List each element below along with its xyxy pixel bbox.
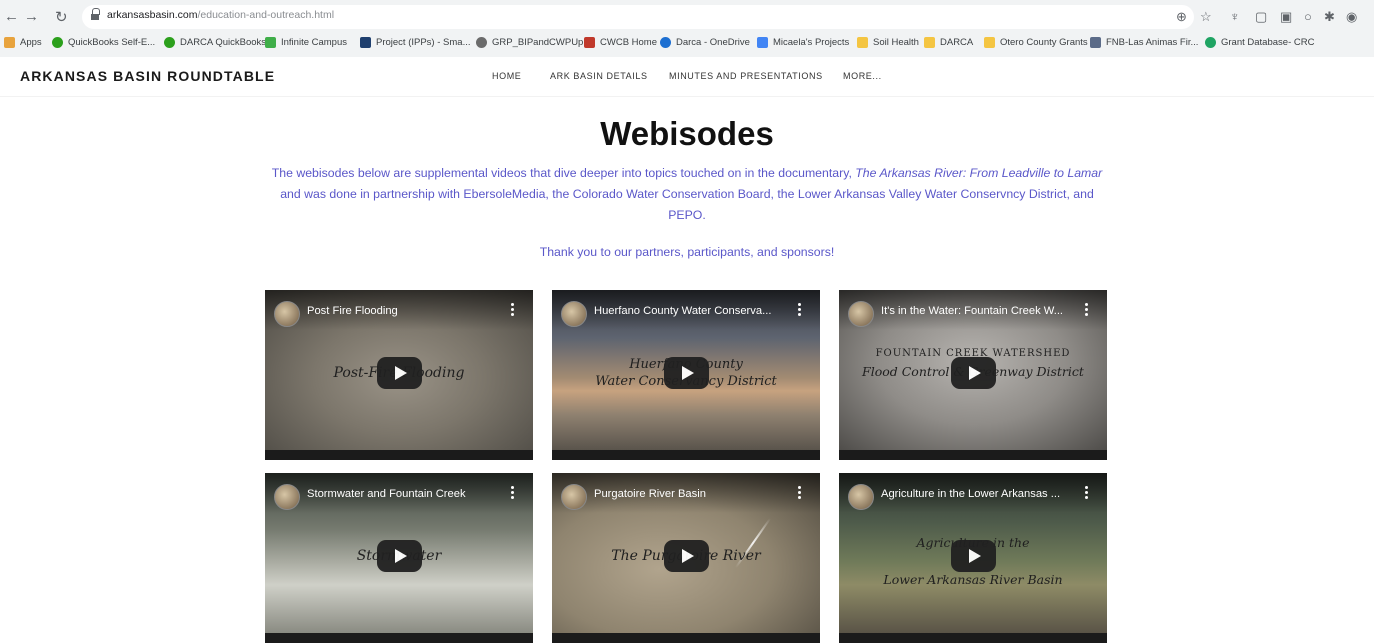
quickbooks-icon	[52, 37, 63, 48]
video-card[interactable]: Huerfano County Water Conservancy Distri…	[552, 290, 820, 460]
video-card[interactable]: Agriculture in the Lower Arkansas River …	[839, 473, 1107, 643]
url-text[interactable]: arkansasbasin.com/education-and-outreach…	[107, 9, 334, 21]
play-icon[interactable]	[951, 357, 996, 389]
site-title[interactable]: ARKANSAS BASIN ROUNDTABLE	[20, 68, 275, 84]
page-heading: Webisodes	[600, 115, 774, 152]
more-options-icon[interactable]	[798, 303, 802, 317]
back-icon[interactable]: ←	[4, 8, 19, 25]
play-icon[interactable]	[664, 357, 709, 389]
intro-text: The webisodes below are supplemental vid…	[271, 166, 856, 180]
profile-avatar-icon[interactable]: ◉	[1346, 9, 1357, 25]
onedrive-icon	[660, 37, 671, 48]
video-title[interactable]: It's in the Water: Fountain Creek W...	[881, 305, 1071, 317]
globe-icon	[476, 37, 487, 48]
channel-avatar[interactable]	[561, 301, 587, 327]
more-options-icon[interactable]	[1085, 303, 1089, 317]
zoom-icon[interactable]: ⊕	[1176, 9, 1187, 25]
folder-icon	[924, 37, 935, 48]
apps-grid-icon	[4, 37, 15, 48]
channel-avatar[interactable]	[561, 484, 587, 510]
play-icon[interactable]	[951, 540, 996, 572]
bookmark[interactable]: Otero County Grants	[984, 37, 1088, 48]
bookmark[interactable]: DARCA QuickBooks	[164, 37, 266, 48]
channel-avatar[interactable]	[848, 301, 874, 327]
extension-icon[interactable]: ▣	[1280, 9, 1292, 25]
thanks-text: Thank you to our partners, participants,…	[539, 245, 835, 259]
bookmark[interactable]: Micaela's Projects	[757, 37, 849, 48]
bookmark[interactable]: DARCA	[924, 37, 973, 48]
forward-icon[interactable]: →	[24, 8, 39, 25]
folder-icon	[857, 37, 868, 48]
site-header: ARKANSAS BASIN ROUNDTABLE HOME ARK BASIN…	[0, 57, 1374, 97]
more-options-icon[interactable]	[1085, 486, 1089, 500]
video-title[interactable]: Agriculture in the Lower Arkansas ...	[881, 488, 1071, 500]
nav-more[interactable]: MORE...	[843, 71, 882, 81]
bookmark[interactable]: FNB-Las Animas Fir...	[1090, 37, 1198, 48]
bookmark[interactable]: QuickBooks Self-E...	[52, 37, 155, 48]
nav-home[interactable]: HOME	[492, 71, 521, 81]
video-title[interactable]: Stormwater and Fountain Creek	[307, 488, 497, 500]
extension-icon[interactable]: ▢	[1255, 9, 1267, 25]
documentary-title: The Arkansas River: From Leadville to La…	[855, 166, 1103, 180]
bookmark[interactable]: CWCB Home	[584, 37, 657, 48]
extension-icon[interactable]: ○	[1304, 9, 1312, 24]
star-icon[interactable]: ☆	[1200, 9, 1212, 25]
bookmark-apps[interactable]: Apps	[4, 37, 42, 48]
play-icon[interactable]	[377, 540, 422, 572]
bookmark[interactable]: Project (IPPs) - Sma...	[360, 37, 471, 48]
address-bar-row: ← → ↻ arkansasbasin.com/education-and-ou…	[0, 0, 1374, 33]
bookmark[interactable]: GRP_BIPandCWPUp...	[476, 37, 591, 48]
channel-avatar[interactable]	[274, 301, 300, 327]
video-title[interactable]: Huerfano County Water Conserva...	[594, 305, 784, 317]
video-title[interactable]: Post Fire Flooding	[307, 305, 497, 317]
video-card[interactable]: The Purgatoire River Purgatoire River Ba…	[552, 473, 820, 643]
play-icon[interactable]	[664, 540, 709, 572]
browser-chrome: ← → ↻ arkansasbasin.com/education-and-ou…	[0, 0, 1374, 57]
bookmark[interactable]: Infinite Campus	[265, 37, 347, 48]
channel-avatar[interactable]	[274, 484, 300, 510]
video-card[interactable]: Post-Fire Flooding Post Fire Flooding	[265, 290, 533, 460]
play-icon[interactable]	[377, 357, 422, 389]
intro-text: and was done in partnership with Ebersol…	[280, 187, 1094, 222]
campus-icon	[265, 37, 276, 48]
bookmark[interactable]: Darca - OneDrive	[660, 37, 750, 48]
lock-icon	[91, 8, 100, 21]
video-card[interactable]: FOUNTAIN CREEK WATERSHED Flood Control &…	[839, 290, 1107, 460]
intro-paragraph: The webisodes below are supplemental vid…	[262, 163, 1112, 226]
extension-icon[interactable]: ♆	[1230, 9, 1240, 24]
reload-icon[interactable]: ↻	[55, 8, 68, 26]
video-card[interactable]: Stormwater Stormwater and Fountain Creek	[265, 473, 533, 643]
cwcb-icon	[584, 37, 595, 48]
puzzle-icon[interactable]: ✱	[1324, 9, 1335, 25]
bank-icon	[1090, 37, 1101, 48]
more-options-icon[interactable]	[511, 486, 515, 500]
more-options-icon[interactable]	[798, 486, 802, 500]
grant-icon	[1205, 37, 1216, 48]
bookmark[interactable]: Soil Health	[857, 37, 919, 48]
video-title[interactable]: Purgatoire River Basin	[594, 488, 784, 500]
folder-icon	[984, 37, 995, 48]
quickbooks-icon	[164, 37, 175, 48]
channel-avatar[interactable]	[848, 484, 874, 510]
thumbnail-caption: Lower Arkansas River Basin	[883, 572, 1063, 587]
project-icon	[360, 37, 371, 48]
more-options-icon[interactable]	[511, 303, 515, 317]
nav-ark-basin-details[interactable]: ARK BASIN DETAILS	[550, 71, 648, 81]
nav-minutes-and-presentations[interactable]: MINUTES AND PRESENTATIONS	[669, 71, 823, 81]
document-icon	[757, 37, 768, 48]
bookmark[interactable]: Grant Database- CRC	[1205, 37, 1314, 48]
bookmarks-bar: Apps QuickBooks Self-E... DARCA QuickBoo…	[0, 33, 1374, 55]
